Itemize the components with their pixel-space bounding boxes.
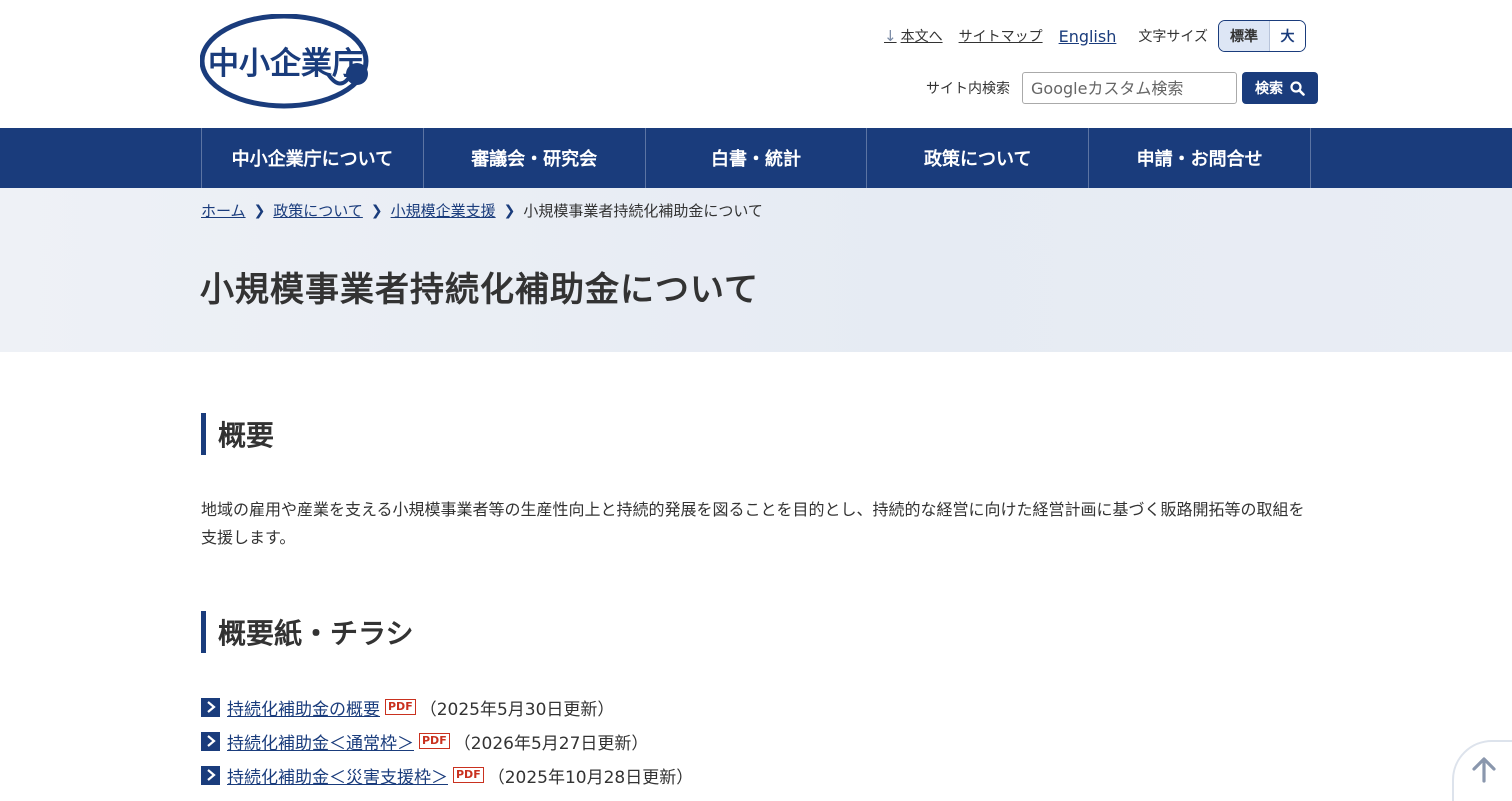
chevron-right-icon: ❯ xyxy=(370,202,383,219)
skip-to-content-link[interactable]: ↓ 本文へ xyxy=(884,26,943,46)
list-item: 持続化補助金の概要 PDF （2025年5月30日更新） xyxy=(201,690,693,724)
update-date: （2025年5月30日更新） xyxy=(419,699,615,720)
pdf-icon: PDF xyxy=(385,699,416,715)
overview-text: 地域の雇用や産業を支える小規模事業者等の生産性向上と持続的発展を図ることを目的と… xyxy=(201,500,1305,547)
agency-logo[interactable]: 中小企業庁 xyxy=(199,13,372,112)
section-heading-overview: 概要 xyxy=(201,413,274,455)
site-header: 中小企業庁 ↓ 本文へ サイトマップ English 文字サイズ 標準 大 サイ… xyxy=(0,0,1512,128)
page-title: 小規模事業者持続化補助金について xyxy=(200,270,759,310)
utility-links: ↓ 本文へ サイトマップ English 文字サイズ 標準 大 xyxy=(884,20,1306,52)
font-size-standard-button[interactable]: 標準 xyxy=(1218,21,1269,51)
search-input[interactable] xyxy=(1022,72,1237,104)
pdf-icon: PDF xyxy=(419,733,450,749)
chevron-right-icon xyxy=(201,731,220,751)
global-nav: 中小企業庁について 審議会・研究会 白書・統計 政策について 申請・お問合せ xyxy=(0,128,1512,188)
breadcrumb-small-business-support[interactable]: 小規模企業支援 xyxy=(391,200,496,221)
arrow-down-icon: ↓ xyxy=(884,27,897,45)
document-link[interactable]: 持続化補助金＜通常枠＞ xyxy=(227,729,414,754)
chevron-right-icon xyxy=(201,697,220,717)
sitemap-link[interactable]: サイトマップ xyxy=(959,26,1043,46)
logo-text: 中小企業庁 xyxy=(208,46,363,82)
update-date: （2026年5月27日更新） xyxy=(453,733,649,754)
breadcrumb: ホーム ❯ 政策について ❯ 小規模企業支援 ❯ 小規模事業者持続化補助金につい… xyxy=(201,200,763,221)
nav-item-about[interactable]: 中小企業庁について xyxy=(202,128,424,188)
chevron-right-icon: ❯ xyxy=(503,202,516,219)
back-to-top-button[interactable] xyxy=(1452,740,1512,801)
breadcrumb-home[interactable]: ホーム xyxy=(201,200,246,221)
pdf-icon: PDF xyxy=(453,767,484,783)
search-icon xyxy=(1290,80,1305,96)
document-link[interactable]: 持続化補助金＜災害支援枠＞ xyxy=(227,763,448,788)
search-button[interactable]: 検索 xyxy=(1242,72,1318,104)
breadcrumb-current: 小規模事業者持続化補助金について xyxy=(523,202,763,220)
font-size-label: 文字サイズ xyxy=(1138,29,1208,45)
font-size-large-button[interactable]: 大 xyxy=(1268,21,1305,51)
chevron-right-icon: ❯ xyxy=(253,202,266,219)
skip-link-label: 本文へ xyxy=(900,29,943,45)
english-link[interactable]: English xyxy=(1059,27,1117,46)
breadcrumb-policies[interactable]: 政策について xyxy=(273,200,363,221)
font-size-toggle: 標準 大 xyxy=(1217,20,1306,52)
list-item: 持続化補助金＜災害支援枠＞ PDF （2025年10月28日更新） xyxy=(201,758,693,792)
nav-item-policies[interactable]: 政策について xyxy=(867,128,1090,188)
chevron-right-icon xyxy=(201,765,220,785)
arrow-up-icon xyxy=(1472,757,1496,783)
nav-item-white-papers[interactable]: 白書・統計 xyxy=(646,128,868,188)
search-button-label: 検索 xyxy=(1255,80,1283,96)
search-label: サイト内検索 xyxy=(926,81,1010,97)
nav-item-councils[interactable]: 審議会・研究会 xyxy=(424,128,646,188)
document-link[interactable]: 持続化補助金の概要 xyxy=(227,695,380,720)
update-date: （2025年10月28日更新） xyxy=(487,767,694,788)
nav-item-applications[interactable]: 申請・お問合せ xyxy=(1089,128,1311,188)
site-search: サイト内検索 検索 xyxy=(926,72,1318,104)
section-heading-leaflets: 概要紙・チラシ xyxy=(201,611,413,653)
list-item: 持続化補助金＜通常枠＞ PDF （2026年5月27日更新） xyxy=(201,724,693,758)
document-list: 持続化補助金の概要 PDF （2025年5月30日更新） 持続化補助金＜通常枠＞… xyxy=(201,690,693,792)
